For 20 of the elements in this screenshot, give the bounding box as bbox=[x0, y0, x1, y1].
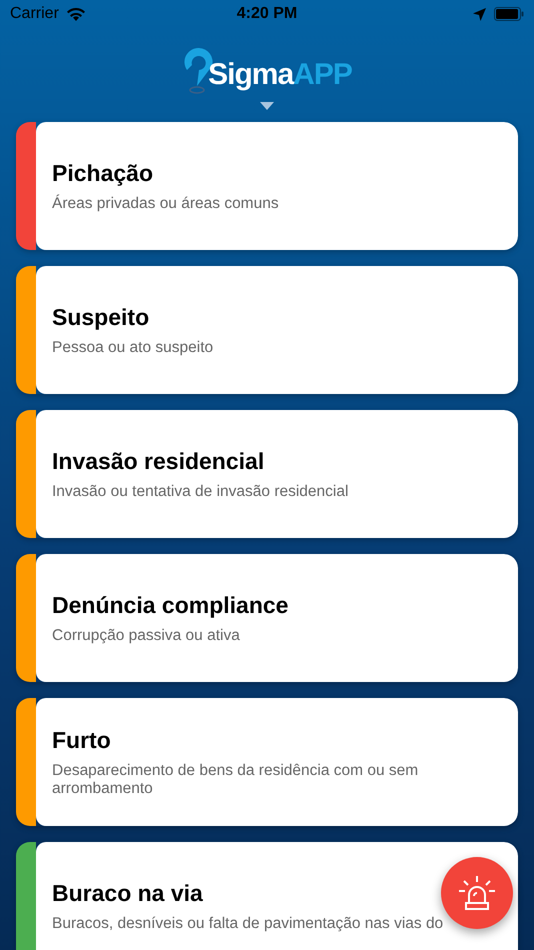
location-arrow-icon bbox=[473, 8, 486, 20]
category-description: Buracos, desníveis ou falta de pavimentação nas vias do bbox=[52, 914, 444, 932]
carrier-label: Carrier bbox=[10, 5, 59, 23]
dropdown-caret-icon[interactable] bbox=[260, 102, 274, 110]
category-title: Furto bbox=[52, 726, 111, 754]
category-description: Pessoa ou ato suspeito bbox=[52, 338, 214, 356]
category-title: Pichação bbox=[52, 160, 153, 186]
category-title: Invasão residencial bbox=[52, 448, 264, 474]
category-description: Corrupção passiva ou ativa bbox=[52, 626, 240, 644]
app-logo: SigmaAPP bbox=[208, 58, 352, 92]
category-description: Invasão ou tentativa de invasão residencial bbox=[52, 482, 348, 500]
wifi-icon bbox=[66, 8, 85, 20]
siren-icon bbox=[457, 875, 497, 911]
category-title: Buraco na via bbox=[52, 880, 203, 906]
category-description: Áreas privadas ou áreas comuns bbox=[52, 194, 279, 212]
clock-time: 4:20 PM bbox=[236, 5, 298, 23]
category-title: Denúncia compliance bbox=[52, 592, 288, 618]
category-title: Suspeito bbox=[52, 304, 150, 330]
battery-icon bbox=[494, 7, 524, 21]
category-description: Desaparecimento de bens da residência com ou sem arrombamento bbox=[52, 762, 420, 798]
